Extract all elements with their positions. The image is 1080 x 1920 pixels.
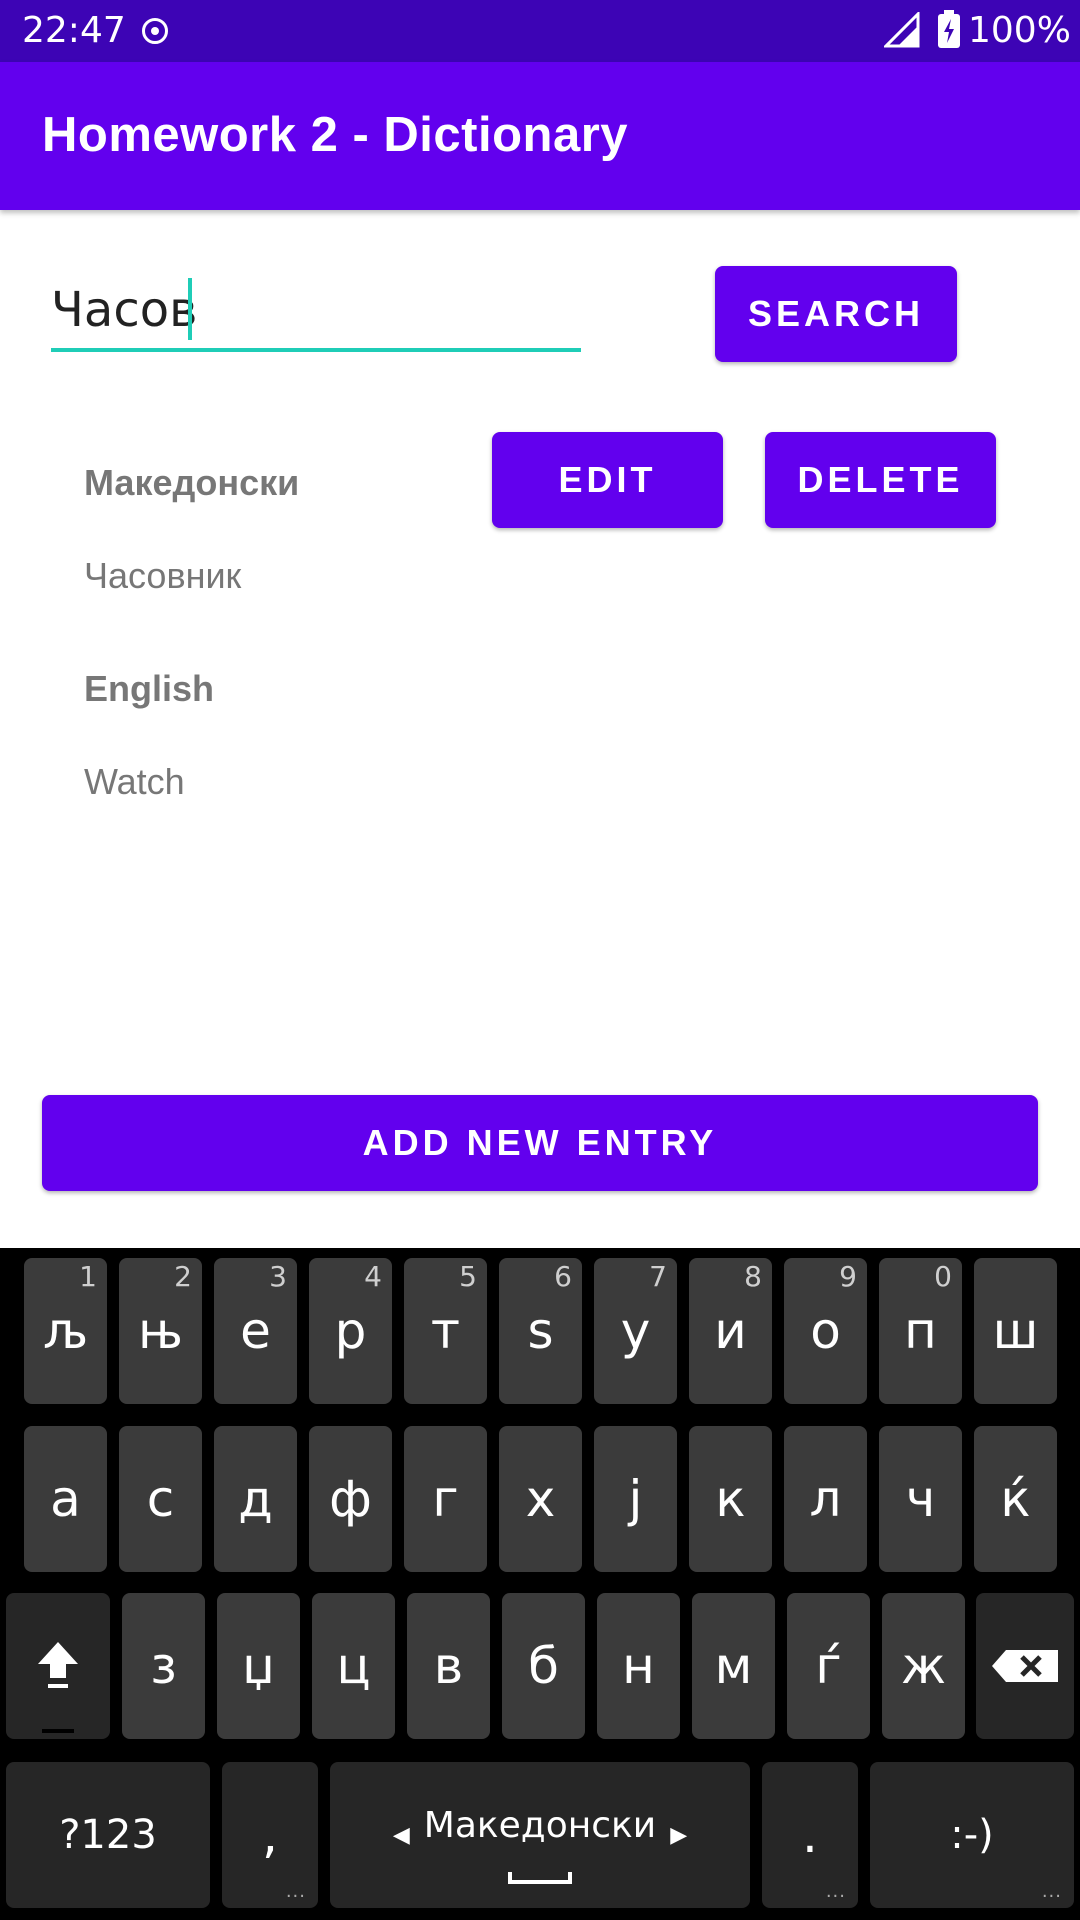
key[interactable]: б <box>502 1593 585 1739</box>
space-key[interactable]: ◀ Македонски ▶ <box>330 1762 750 1908</box>
shift-icon <box>38 1642 78 1688</box>
battery-percent: 100% <box>968 10 1071 51</box>
key[interactable]: њ2 <box>119 1258 202 1404</box>
key[interactable]: н <box>597 1593 680 1739</box>
delete-button[interactable]: DELETE <box>765 432 996 528</box>
comma-key[interactable]: , ... <box>222 1762 318 1908</box>
shift-indicator <box>42 1729 74 1733</box>
key[interactable]: у7 <box>594 1258 677 1404</box>
key[interactable]: л <box>784 1426 867 1572</box>
key-label: ѕ <box>527 1302 554 1360</box>
key-hint: 0 <box>934 1260 952 1293</box>
key[interactable]: ќ <box>974 1426 1057 1572</box>
emoji-key[interactable]: :-) ... <box>870 1762 1074 1908</box>
emoji-key-label: :-) <box>950 1812 994 1858</box>
key[interactable]: х <box>499 1426 582 1572</box>
key[interactable]: з <box>122 1593 205 1739</box>
key[interactable]: ш <box>974 1258 1057 1404</box>
key[interactable]: м <box>692 1593 775 1739</box>
app-bar: Homework 2 - Dictionary <box>0 62 1080 210</box>
symbols-key[interactable]: ?123 <box>6 1762 210 1908</box>
more-keys-dots: ... <box>825 1881 846 1902</box>
search-button[interactable]: SEARCH <box>715 266 957 362</box>
english-word: Watch <box>84 761 185 802</box>
key[interactable]: и8 <box>689 1258 772 1404</box>
key-hint: 8 <box>744 1260 762 1293</box>
key-label: о <box>810 1302 841 1360</box>
more-keys-dots: ... <box>1041 1881 1062 1902</box>
key-label: п <box>904 1302 937 1360</box>
battery-icon <box>938 10 960 48</box>
language-left-arrow-icon: ◀ <box>392 1822 410 1848</box>
key-hint: 1 <box>79 1260 97 1293</box>
app-title: Homework 2 - Dictionary <box>42 108 629 162</box>
comma-key-label: , <box>262 1806 278 1864</box>
key[interactable]: ѓ <box>787 1593 870 1739</box>
space-key-label: Македонски <box>423 1804 657 1846</box>
key-label: њ <box>138 1302 183 1360</box>
key[interactable]: г <box>404 1426 487 1572</box>
key-hint: 5 <box>459 1260 477 1293</box>
edit-button[interactable]: EDIT <box>492 432 723 528</box>
shift-key[interactable] <box>6 1593 110 1739</box>
period-key[interactable]: . ... <box>762 1762 858 1908</box>
key-hint: 3 <box>269 1260 287 1293</box>
key[interactable]: ф <box>309 1426 392 1572</box>
macedonian-word: Часовник <box>84 555 242 596</box>
search-input[interactable]: Часов <box>51 270 581 352</box>
period-key-label: . <box>802 1806 818 1864</box>
status-time: 22:47 <box>22 10 126 51</box>
key[interactable]: ж <box>882 1593 965 1739</box>
key[interactable]: љ1 <box>24 1258 107 1404</box>
key[interactable]: е3 <box>214 1258 297 1404</box>
language-heading-macedonian: Македонски <box>84 462 300 503</box>
backspace-icon <box>992 1650 1058 1682</box>
more-keys-dots: ... <box>285 1881 306 1902</box>
key[interactable]: д <box>214 1426 297 1572</box>
key-hint: 4 <box>364 1260 382 1293</box>
signal-icon <box>884 12 920 48</box>
key-label: љ <box>42 1302 89 1360</box>
key[interactable]: а <box>24 1426 107 1572</box>
key[interactable]: ч <box>879 1426 962 1572</box>
backspace-key[interactable] <box>976 1593 1074 1739</box>
key[interactable]: ц <box>312 1593 395 1739</box>
add-new-entry-button[interactable]: ADD NEW ENTRY <box>42 1095 1038 1191</box>
key[interactable]: в <box>407 1593 490 1739</box>
language-right-arrow-icon: ▶ <box>670 1822 688 1848</box>
key[interactable]: п0 <box>879 1258 962 1404</box>
language-heading-english: English <box>84 668 215 709</box>
key-hint: 9 <box>839 1260 857 1293</box>
key-hint: 2 <box>174 1260 192 1293</box>
status-bar: 22:47 100% <box>0 0 1080 62</box>
key-label: и <box>714 1302 747 1360</box>
text-cursor <box>188 278 192 340</box>
key[interactable]: т5 <box>404 1258 487 1404</box>
key[interactable]: р4 <box>309 1258 392 1404</box>
key-hint: 7 <box>649 1260 667 1293</box>
search-input-value: Часов <box>51 282 198 338</box>
key[interactable]: к <box>689 1426 772 1572</box>
key-hint: 6 <box>554 1260 572 1293</box>
soft-keyboard: љ1њ2е3р4т5ѕ6у7и8о9п0ш асдфгхјклчќ зџцвбн… <box>0 1248 1080 1920</box>
key[interactable]: џ <box>217 1593 300 1739</box>
key-label: р <box>334 1302 367 1360</box>
key-label: у <box>620 1302 651 1360</box>
key-label: ш <box>992 1302 1039 1360</box>
key-label: е <box>240 1302 271 1360</box>
key[interactable]: ј <box>594 1426 677 1572</box>
space-bar-icon <box>508 1872 572 1884</box>
key-label: т <box>430 1302 461 1360</box>
notification-dot-icon <box>142 18 168 44</box>
key[interactable]: ѕ6 <box>499 1258 582 1404</box>
key[interactable]: с <box>119 1426 202 1572</box>
key[interactable]: о9 <box>784 1258 867 1404</box>
